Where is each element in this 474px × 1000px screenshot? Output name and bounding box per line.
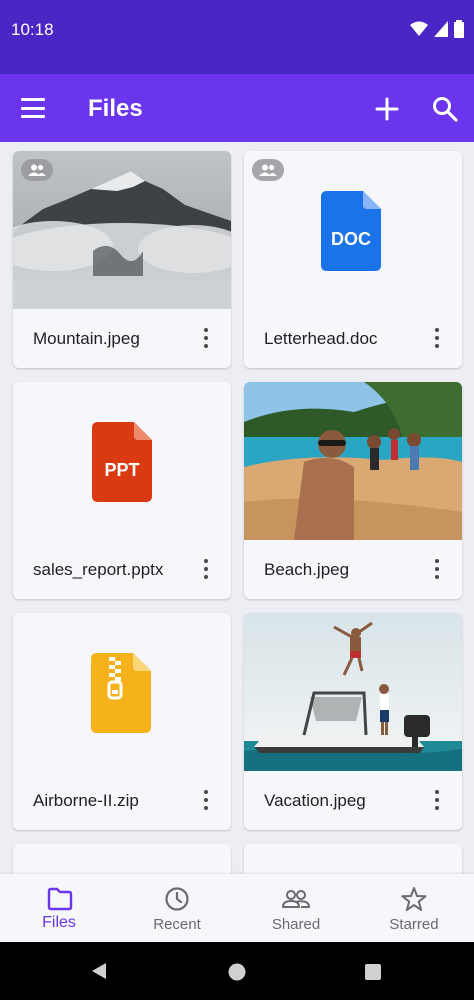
card-footer: Letterhead.doc [244, 309, 462, 368]
nav-item-starred[interactable]: Starred [355, 874, 473, 942]
status-time: 10:18 [11, 20, 54, 39]
nav-item-shared[interactable]: Shared [237, 874, 355, 942]
more-options-icon[interactable] [195, 554, 217, 584]
nav-label: Recent [153, 916, 201, 933]
file-card-sales-report[interactable]: PPT sales_report.pptx [13, 382, 231, 599]
add-icon[interactable] [372, 94, 402, 124]
file-card-letterhead[interactable]: DOC Letterhead.doc [244, 151, 462, 368]
file-grid: Mountain.jpeg DOC Letterhead.doc PPT sal… [0, 142, 474, 874]
home-icon[interactable] [227, 962, 247, 982]
system-nav-bar [0, 942, 474, 1000]
file-card-vacation[interactable]: Vacation.jpeg [244, 613, 462, 830]
shared-badge [252, 159, 284, 181]
file-card-partial[interactable] [13, 844, 231, 874]
zip-thumbnail [13, 613, 231, 771]
battery-icon [454, 20, 464, 38]
menu-icon[interactable] [18, 94, 48, 122]
more-options-icon[interactable] [195, 323, 217, 353]
card-footer: Beach.jpeg [244, 540, 462, 599]
bottom-nav: Files Recent Shared Starred [0, 874, 474, 942]
card-footer: Vacation.jpeg [244, 771, 462, 830]
people-icon [259, 164, 277, 176]
nav-label: Shared [271, 916, 321, 933]
file-card-beach[interactable]: Beach.jpeg [244, 382, 462, 599]
status-bar: 10:18 [0, 0, 474, 74]
file-card-airborne[interactable]: Airborne-II.zip [13, 613, 231, 830]
ppt-thumbnail: PPT [13, 382, 231, 540]
file-name: Beach.jpeg [264, 560, 350, 579]
nav-label: Starred [389, 916, 439, 933]
card-footer: Mountain.jpeg [13, 309, 231, 368]
back-icon[interactable] [90, 962, 108, 980]
people-icon [282, 890, 310, 908]
beach-thumbnail [244, 382, 462, 540]
nav-item-recent[interactable]: Recent [118, 874, 236, 942]
more-options-icon[interactable] [426, 785, 448, 815]
page-title: Files [88, 95, 143, 122]
file-name: Airborne-II.zip [33, 791, 139, 810]
folder-icon [47, 887, 73, 911]
star-icon [401, 887, 427, 911]
file-type-label: PPT [104, 460, 140, 480]
more-options-icon[interactable] [426, 323, 448, 353]
nav-item-files[interactable]: Files [0, 874, 118, 942]
search-icon[interactable] [430, 94, 460, 124]
zip-file-icon [91, 653, 151, 733]
file-card-mountain[interactable]: Mountain.jpeg [13, 151, 231, 368]
wifi-icon [410, 21, 428, 36]
more-options-icon[interactable] [426, 554, 448, 584]
status-icons [410, 20, 464, 38]
vacation-thumbnail [244, 613, 462, 771]
nav-label: Files [42, 914, 76, 931]
more-options-icon[interactable] [195, 785, 217, 815]
file-name: Letterhead.doc [264, 329, 378, 348]
app-bar: Files [0, 74, 474, 142]
file-type-label: DOC [331, 229, 371, 249]
signal-icon [434, 21, 448, 37]
file-name: Vacation.jpeg [264, 791, 366, 810]
people-icon [28, 164, 46, 176]
file-name: Mountain.jpeg [33, 329, 140, 348]
file-name: sales_report.pptx [33, 560, 164, 579]
card-footer: sales_report.pptx [13, 540, 231, 599]
card-footer: Airborne-II.zip [13, 771, 231, 830]
recents-icon[interactable] [364, 963, 382, 981]
shared-badge [21, 159, 53, 181]
file-card-partial[interactable] [244, 844, 462, 874]
clock-icon [165, 887, 189, 911]
